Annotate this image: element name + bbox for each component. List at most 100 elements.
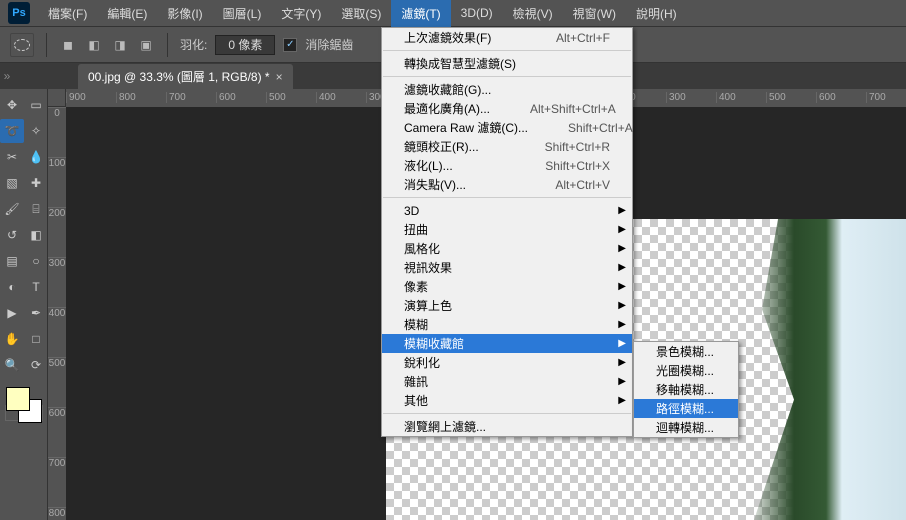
move-tool[interactable]: ✥ — [0, 93, 24, 117]
submenu-arrow-icon: ▶ — [618, 205, 626, 216]
menu-window[interactable]: 視窗(W) — [563, 0, 626, 27]
menu-3d[interactable]: 3D(D) — [451, 0, 503, 27]
menu-item-label: Camera Raw 濾鏡(C)... — [404, 119, 528, 136]
fg-color-swatch[interactable] — [6, 387, 30, 411]
toolbox: ✥▭➰✧✂💧▧✚🖌⌸↺◧▤○◐T▶✒✋□🔍⟳ — [0, 89, 48, 520]
menu-layer[interactable]: 圖層(L) — [213, 0, 272, 27]
new-selection-icon[interactable]: ◼ — [59, 36, 77, 54]
menu-view[interactable]: 檢視(V) — [503, 0, 563, 27]
menu-item-label: 轉換成智慧型濾鏡(S) — [404, 55, 516, 72]
menu-item-label: 上次濾鏡效果(F) — [404, 29, 491, 46]
rotate-view-tool[interactable]: ⟳ — [24, 353, 48, 377]
submenu-arrow-icon: ▶ — [618, 395, 626, 406]
submenu-item[interactable]: 景色模糊... — [634, 342, 738, 361]
submenu-item[interactable]: 移軸模糊... — [634, 380, 738, 399]
menu-item-label: 風格化 — [404, 240, 440, 257]
ruler-tick: 600 — [216, 92, 266, 103]
healing-brush-tool[interactable]: ✚ — [24, 171, 48, 195]
add-selection-icon[interactable]: ◧ — [85, 36, 103, 54]
magic-wand-tool[interactable]: ✧ — [24, 119, 48, 143]
submenu-item-label: 光圈模糊... — [656, 362, 714, 379]
eraser-tool[interactable]: ◧ — [24, 223, 48, 247]
menu-item[interactable]: 上次濾鏡效果(F)Alt+Ctrl+F — [382, 28, 632, 47]
history-brush-tool[interactable]: ↺ — [0, 223, 24, 247]
feather-input[interactable] — [215, 35, 275, 55]
menu-item[interactable]: 轉換成智慧型濾鏡(S) — [382, 54, 632, 73]
menu-edit[interactable]: 編輯(E) — [97, 0, 157, 27]
submenu-arrow-icon: ▶ — [618, 300, 626, 311]
menu-item[interactable]: 液化(L)...Shift+Ctrl+X — [382, 156, 632, 175]
submenu-arrow-icon: ▶ — [618, 319, 626, 330]
color-swatches[interactable] — [0, 385, 48, 433]
blur-tool[interactable]: ○ — [24, 249, 48, 273]
document-tab[interactable]: 00.jpg @ 33.3% (圖層 1, RGB/8) * × — [78, 64, 293, 89]
rectangle-tool[interactable]: □ — [24, 327, 48, 351]
lasso-tool[interactable]: ➰ — [0, 119, 24, 143]
antialias-checkbox[interactable] — [283, 38, 297, 52]
menu-item[interactable]: 像素▶ — [382, 277, 632, 296]
frame-tool[interactable]: ▧ — [0, 171, 24, 195]
menu-image[interactable]: 影像(I) — [157, 0, 212, 27]
menu-item[interactable]: 最適化廣角(A)...Alt+Shift+Ctrl+A — [382, 99, 632, 118]
submenu-item[interactable]: 迴轉模糊... — [634, 418, 738, 437]
menu-item[interactable]: 風格化▶ — [382, 239, 632, 258]
intersect-selection-icon[interactable]: ▣ — [137, 36, 155, 54]
ruler-tick: 700 — [48, 457, 66, 507]
close-tab-icon[interactable]: × — [276, 70, 283, 84]
menu-item-shortcut: Alt+Ctrl+V — [555, 178, 610, 192]
menu-item[interactable]: 濾鏡收藏館(G)... — [382, 80, 632, 99]
tabbar-expand-icon[interactable]: » — [0, 63, 14, 89]
menu-item[interactable]: 其他 ▶ — [382, 391, 632, 410]
ruler-tick: 900 — [66, 92, 116, 103]
menu-item[interactable]: 視訊效果▶ — [382, 258, 632, 277]
menu-item[interactable]: 演算上色▶ — [382, 296, 632, 315]
menu-item-label: 模糊 — [404, 316, 428, 333]
eyedropper-tool[interactable]: 💧 — [24, 145, 48, 169]
rect-marquee-tool[interactable]: ▭ — [24, 93, 48, 117]
menu-item[interactable]: 瀏覽網上濾鏡... — [382, 417, 632, 436]
menu-item[interactable]: 銳利化▶ — [382, 353, 632, 372]
pen-tool[interactable]: ✒ — [24, 301, 48, 325]
menu-filter[interactable]: 濾鏡(T) — [391, 0, 450, 27]
ruler-tick: 600 — [816, 92, 866, 103]
dodge-tool[interactable]: ◐ — [0, 275, 24, 299]
vertical-ruler[interactable]: 0100200300400500600700800 — [48, 107, 66, 520]
menu-item[interactable]: 消失點(V)... Alt+Ctrl+V — [382, 175, 632, 194]
menu-item-label: 瀏覽網上濾鏡... — [404, 418, 486, 435]
submenu-item-label: 景色模糊... — [656, 343, 714, 360]
ruler-tick: 800 — [116, 92, 166, 103]
path-select-tool[interactable]: ▶ — [0, 301, 24, 325]
crop-tool[interactable]: ✂ — [0, 145, 24, 169]
menu-item[interactable]: 鏡頭校正(R)...Shift+Ctrl+R — [382, 137, 632, 156]
menu-item-label: 消失點(V)... — [404, 176, 466, 193]
menu-item-label: 其他 — [404, 392, 428, 409]
menu-item[interactable]: Camera Raw 濾鏡(C)...Shift+Ctrl+A — [382, 118, 632, 137]
type-tool[interactable]: T — [24, 275, 48, 299]
submenu-arrow-icon: ▶ — [618, 262, 626, 273]
ruler-tick: 300 — [666, 92, 716, 103]
clone-stamp-tool[interactable]: ⌸ — [24, 197, 48, 221]
menu-item[interactable]: 模糊 ▶ — [382, 315, 632, 334]
menu-type[interactable]: 文字(Y) — [271, 0, 331, 27]
ruler-tick: 300 — [48, 257, 66, 307]
submenu-arrow-icon: ▶ — [618, 281, 626, 292]
submenu-item[interactable]: 光圈模糊... — [634, 361, 738, 380]
menu-item[interactable]: 模糊收藏館▶ — [382, 334, 632, 353]
menu-select[interactable]: 選取(S) — [331, 0, 391, 27]
subtract-selection-icon[interactable]: ◨ — [111, 36, 129, 54]
menu-item[interactable]: 3D▶ — [382, 201, 632, 220]
menu-help[interactable]: 說明(H) — [626, 0, 687, 27]
ruler-tick: 800 — [48, 507, 66, 520]
gradient-tool[interactable]: ▤ — [0, 249, 24, 273]
submenu-item[interactable]: 路徑模糊... — [634, 399, 738, 418]
menu-item[interactable]: 扭曲▶ — [382, 220, 632, 239]
menu-item[interactable]: 雜訊▶ — [382, 372, 632, 391]
hand-tool[interactable]: ✋ — [0, 327, 24, 351]
ruler-tick: 400 — [716, 92, 766, 103]
submenu-arrow-icon: ▶ — [618, 338, 626, 349]
zoom-tool[interactable]: 🔍 — [0, 353, 24, 377]
brush-tool[interactable]: 🖌 — [0, 197, 24, 221]
ruler-tick: 200 — [48, 207, 66, 257]
menu-file[interactable]: 檔案(F) — [38, 0, 97, 27]
active-tool-icon[interactable] — [10, 33, 34, 57]
